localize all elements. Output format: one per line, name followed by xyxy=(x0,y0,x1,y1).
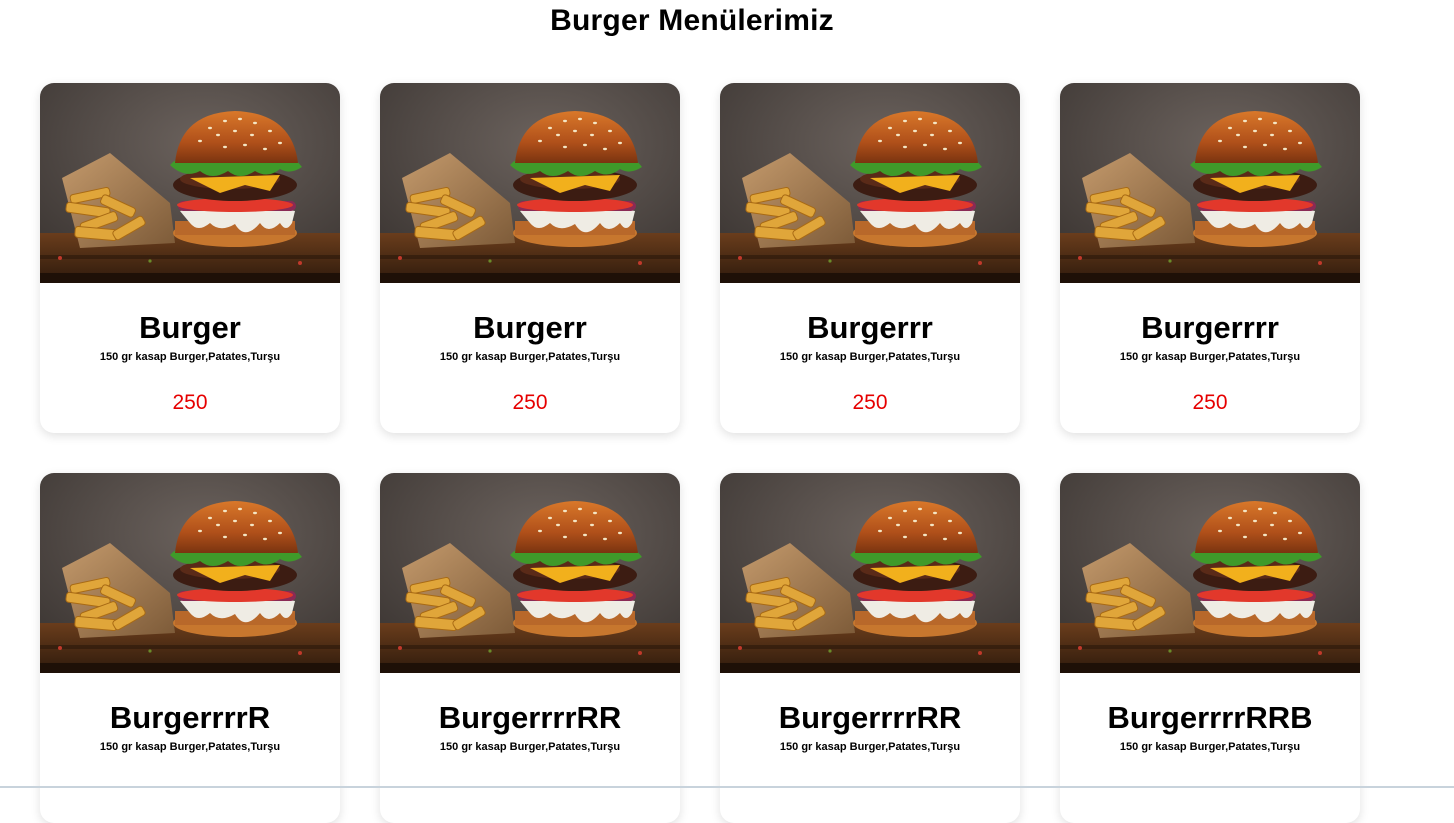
card-price: 250 xyxy=(1192,391,1228,414)
card-title: BurgerrrrRRB xyxy=(1107,700,1313,735)
card-title: BurgerrrrRR xyxy=(778,700,962,735)
burger-image xyxy=(720,473,1020,673)
card-price: 250 xyxy=(852,391,888,414)
card-price: 250 xyxy=(172,391,208,414)
card-description: 150 gr kasap Burger,Patates,Turşu xyxy=(779,351,961,363)
card-title: Burgerrr xyxy=(807,310,933,345)
card-description: 150 gr kasap Burger,Patates,Turşu xyxy=(1119,351,1301,363)
menu-card[interactable]: Burgerr 150 gr kasap Burger,Patates,Turş… xyxy=(380,83,680,433)
card-description: 150 gr kasap Burger,Patates,Turşu xyxy=(99,741,281,753)
menu-card[interactable]: Burger 150 gr kasap Burger,Patates,Turşu… xyxy=(40,83,340,433)
card-title: Burgerrrr xyxy=(1141,310,1279,345)
card-description: 150 gr kasap Burger,Patates,Turşu xyxy=(779,741,961,753)
burger-image xyxy=(720,83,1020,283)
menu-card[interactable]: Burgerrrr 150 gr kasap Burger,Patates,Tu… xyxy=(1060,83,1360,433)
card-title: BurgerrrrRR xyxy=(438,700,622,735)
burger-image xyxy=(380,83,680,283)
menu-card[interactable]: BurgerrrrRR 150 gr kasap Burger,Patates,… xyxy=(720,473,1020,823)
burger-image xyxy=(1060,473,1360,673)
page-title: Burger Menülerimiz xyxy=(550,4,834,37)
burger-image xyxy=(40,83,340,283)
card-title: Burger xyxy=(139,310,241,345)
card-title: BurgerrrrR xyxy=(109,700,271,735)
burger-image xyxy=(380,473,680,673)
menu-card[interactable]: BurgerrrrRR 150 gr kasap Burger,Patates,… xyxy=(380,473,680,823)
burger-image xyxy=(40,473,340,673)
card-description: 150 gr kasap Burger,Patates,Turşu xyxy=(1119,741,1301,753)
card-description: 150 gr kasap Burger,Patates,Turşu xyxy=(99,351,281,363)
card-description: 150 gr kasap Burger,Patates,Turşu xyxy=(439,741,621,753)
menu-card[interactable]: Burgerrr 150 gr kasap Burger,Patates,Tur… xyxy=(720,83,1020,433)
menu-card[interactable]: BurgerrrrR 150 gr kasap Burger,Patates,T… xyxy=(40,473,340,823)
burger-image xyxy=(1060,83,1360,283)
menu-grid: Burger 150 gr kasap Burger,Patates,Turşu… xyxy=(40,83,1360,823)
card-price: 250 xyxy=(512,391,548,414)
card-description: 150 gr kasap Burger,Patates,Turşu xyxy=(439,351,621,363)
menu-card[interactable]: BurgerrrrRRB 150 gr kasap Burger,Patates… xyxy=(1060,473,1360,823)
card-title: Burgerr xyxy=(473,310,587,345)
